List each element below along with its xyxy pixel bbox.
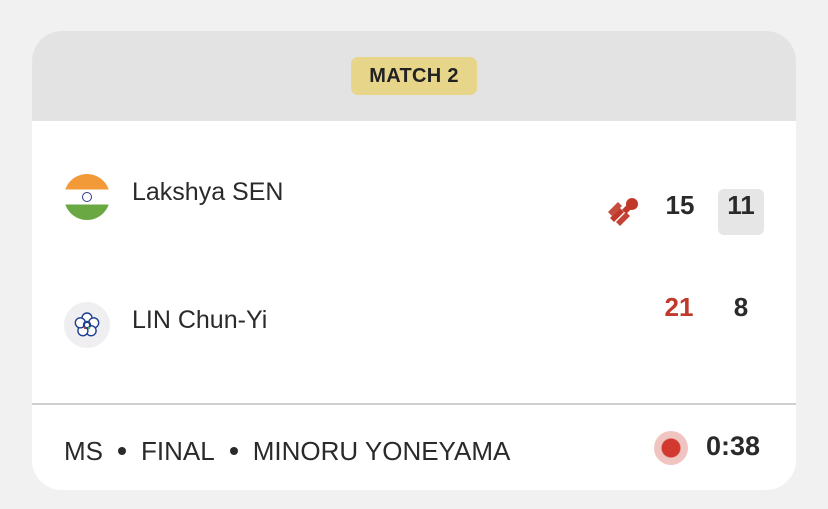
game-2-score: 8 (733, 292, 749, 322)
footer-divider (32, 403, 796, 405)
match-card[interactable]: MATCH 2 Lakshya SEN 15 11 LIN Chun-Yi 21… (32, 31, 796, 490)
round-label: FINAL (141, 436, 215, 466)
event-code: MS (64, 436, 103, 466)
shuttlecock-serve-icon (608, 198, 638, 226)
venue-label: MINORU YONEYAMA (252, 436, 511, 466)
elapsed-time: 0:38 (706, 431, 761, 461)
game-2-score: 11 (727, 190, 755, 220)
live-dot-icon (654, 431, 688, 465)
player-name: Lakshya SEN (132, 178, 284, 206)
game-1-score: 21 (664, 292, 694, 322)
separator-dot (229, 446, 238, 455)
player-name: LIN Chun-Yi (132, 306, 268, 334)
player-row: LIN Chun-Yi 21 8 (32, 292, 796, 356)
match-info: MS FINAL MINORU YONEYAMA (64, 436, 510, 467)
game-1-score: 15 (665, 190, 695, 220)
match-number-badge: MATCH 2 (351, 57, 477, 95)
match-header: MATCH 2 (32, 31, 796, 121)
player-row: Lakshya SEN 15 11 (32, 168, 796, 235)
separator-dot (118, 446, 126, 455)
india-flag-icon (64, 174, 110, 220)
chinese-taipei-flag-icon (64, 302, 110, 348)
